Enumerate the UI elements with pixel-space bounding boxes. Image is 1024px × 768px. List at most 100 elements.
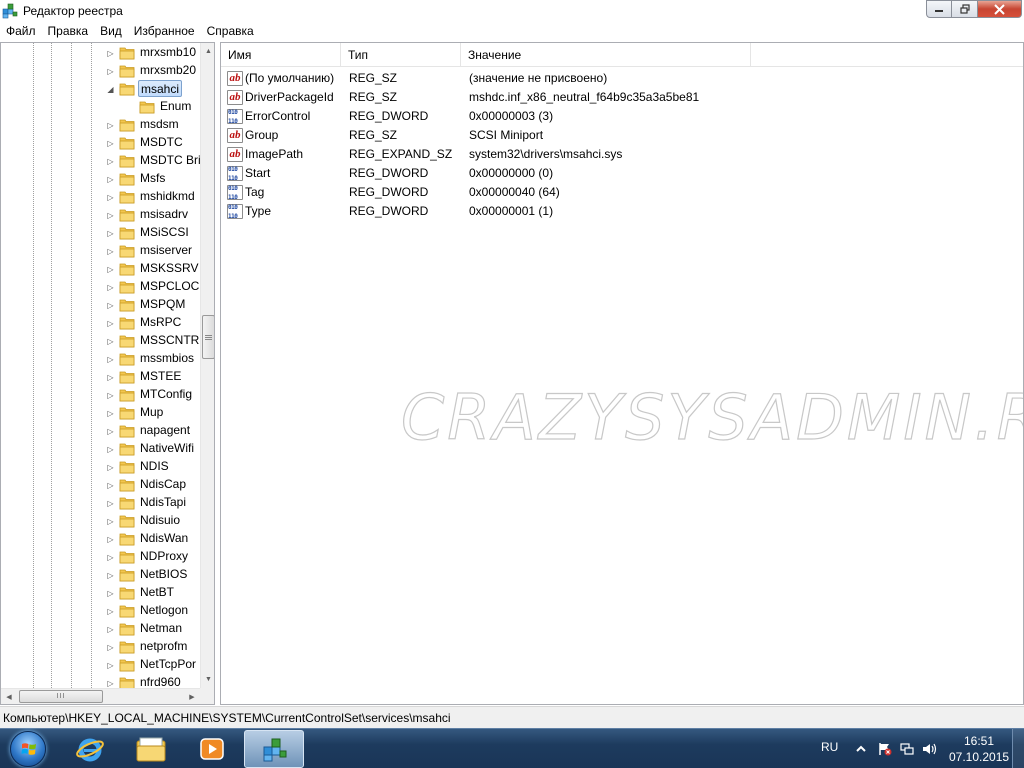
list-row[interactable]: 010 110 ErrorControl REG_DWORD 0x00000003 (… — [221, 107, 1023, 126]
column-header-value[interactable]: Значение — [461, 43, 751, 67]
tree-horizontal-scrollbar[interactable]: ◀ III ▶ — [1, 688, 200, 704]
expand-arrow-icon[interactable]: ▷ — [106, 116, 115, 134]
list-row[interactable]: ab (По умолчанию) REG_SZ (значение не присв… — [221, 69, 1023, 88]
show-hidden-icons-icon[interactable] — [854, 742, 868, 756]
tree-node[interactable]: ▷ MSiSCSI — [1, 224, 200, 242]
menu-help[interactable]: Справка — [201, 22, 260, 41]
tree-node[interactable]: ▷ napagent — [1, 422, 200, 440]
tree-node[interactable]: ▷ mssmbios — [1, 350, 200, 368]
list-row[interactable]: ab ImagePath REG_EXPAND_SZ system32\drivers… — [221, 145, 1023, 164]
tree-node[interactable]: ▷ NDProxy — [1, 548, 200, 566]
expand-arrow-icon[interactable]: ▷ — [106, 638, 115, 656]
tree-node[interactable]: ▷ MSTEE — [1, 368, 200, 386]
column-header-type[interactable]: Тип — [341, 43, 461, 67]
language-indicator[interactable]: RU — [821, 740, 838, 754]
scroll-left-arrow-icon[interactable]: ◀ — [1, 689, 17, 704]
tree-node[interactable]: ▷ MSPCLOCI — [1, 278, 200, 296]
minimize-button[interactable] — [926, 0, 952, 18]
taskbar-regedit[interactable] — [244, 730, 304, 768]
column-header-name[interactable]: Имя — [221, 43, 341, 67]
tree-node[interactable]: ▷ mrxsmb20 — [1, 62, 200, 80]
expand-arrow-icon[interactable]: ▷ — [106, 296, 115, 314]
tree-node[interactable]: ▷ nfrd960 — [1, 674, 200, 688]
tree-node[interactable]: ▷ Netman — [1, 620, 200, 638]
tree-node[interactable]: ▷ MSDTC — [1, 134, 200, 152]
scroll-up-arrow-icon[interactable]: ▲ — [201, 43, 214, 59]
expand-arrow-icon[interactable]: ▷ — [106, 350, 115, 368]
tree-node[interactable]: ▷ netprofm — [1, 638, 200, 656]
tree-node[interactable]: ▷ NdisCap — [1, 476, 200, 494]
expand-arrow-icon[interactable]: ▷ — [106, 134, 115, 152]
tree-node[interactable]: ▷ Netlogon — [1, 602, 200, 620]
menu-edit[interactable]: Правка — [42, 22, 95, 41]
tree-node[interactable]: ▷ NDIS — [1, 458, 200, 476]
expand-arrow-icon[interactable]: ▷ — [106, 512, 115, 530]
tree-node[interactable]: ▷ MSSCNTRS — [1, 332, 200, 350]
registry-tree[interactable]: ▷ mrxsmb10 ▷ mrxsmb20 ◢ msahci Enum ▷ msdsm ▷ MSDT… — [0, 42, 215, 705]
tree-node[interactable]: ▷ NdisTapi — [1, 494, 200, 512]
expand-arrow-icon[interactable]: ▷ — [106, 242, 115, 260]
tree-node[interactable]: ▷ msiserver — [1, 242, 200, 260]
expand-arrow-icon[interactable]: ▷ — [106, 188, 115, 206]
expand-arrow-icon[interactable]: ▷ — [106, 584, 115, 602]
expand-arrow-icon[interactable]: ▷ — [106, 620, 115, 638]
expand-arrow-icon[interactable]: ▷ — [106, 494, 115, 512]
scroll-down-arrow-icon[interactable]: ▼ — [201, 671, 214, 687]
expand-arrow-icon[interactable]: ▷ — [106, 656, 115, 674]
expand-arrow-icon[interactable]: ▷ — [106, 602, 115, 620]
menu-view[interactable]: Вид — [94, 22, 128, 41]
expand-arrow-icon[interactable]: ▷ — [106, 404, 115, 422]
volume-icon[interactable] — [922, 742, 937, 756]
menu-file[interactable]: Файл — [0, 22, 42, 41]
network-icon[interactable] — [900, 742, 914, 756]
tree-node[interactable]: ▷ msdsm — [1, 116, 200, 134]
tree-node[interactable]: ▷ MSDTC Bri — [1, 152, 200, 170]
tree-node[interactable]: ▷ NetBIOS — [1, 566, 200, 584]
expand-arrow-icon[interactable]: ▷ — [106, 674, 115, 688]
tree-vertical-scroll-thumb[interactable] — [202, 315, 214, 359]
action-center-flag-icon[interactable] — [878, 742, 892, 756]
expand-arrow-icon[interactable]: ▷ — [106, 458, 115, 476]
start-button[interactable] — [3, 730, 53, 768]
collapse-arrow-icon[interactable]: ◢ — [106, 80, 115, 98]
tree-node[interactable]: ▷ MsRPC — [1, 314, 200, 332]
tree-node[interactable]: ▷ mrxsmb10 — [1, 44, 200, 62]
list-row[interactable]: 010 110 Tag REG_DWORD 0x00000040 (64) — [221, 183, 1023, 202]
tree-node[interactable]: ◢ msahci — [1, 80, 200, 98]
expand-arrow-icon[interactable]: ▷ — [106, 260, 115, 278]
tree-node[interactable]: ▷ MSKSSRV — [1, 260, 200, 278]
list-row[interactable]: ab DriverPackageId REG_SZ mshdc.inf_x86_neu… — [221, 88, 1023, 107]
expand-arrow-icon[interactable]: ▷ — [106, 440, 115, 458]
list-row[interactable]: ab Group REG_SZ SCSI Miniport — [221, 126, 1023, 145]
expand-arrow-icon[interactable]: ▷ — [106, 548, 115, 566]
values-list[interactable]: Имя Тип Значение ab (По умолчанию) REG_SZ(… — [220, 42, 1024, 705]
tree-node[interactable]: ▷ NativeWifi — [1, 440, 200, 458]
tree-node[interactable]: ▷ Ndisuio — [1, 512, 200, 530]
taskbar-explorer[interactable] — [121, 730, 181, 768]
tree-node[interactable]: ▷ MSPQM — [1, 296, 200, 314]
expand-arrow-icon[interactable]: ▷ — [106, 530, 115, 548]
taskbar-media-player[interactable] — [182, 730, 242, 768]
expand-arrow-icon[interactable]: ▷ — [106, 278, 115, 296]
tree-node[interactable]: ▷ NetTcpPor — [1, 656, 200, 674]
list-row[interactable]: 010 110 Start REG_DWORD 0x00000000 (0) — [221, 164, 1023, 183]
tree-node[interactable]: ▷ NdisWan — [1, 530, 200, 548]
expand-arrow-icon[interactable]: ▷ — [106, 332, 115, 350]
expand-arrow-icon[interactable]: ▷ — [106, 422, 115, 440]
expand-arrow-icon[interactable]: ▷ — [106, 314, 115, 332]
expand-arrow-icon[interactable]: ▷ — [106, 224, 115, 242]
scroll-right-arrow-icon[interactable]: ▶ — [184, 689, 200, 704]
tree-node[interactable]: ▷ mshidkmd — [1, 188, 200, 206]
clock[interactable]: 16:51 07.10.2015 — [949, 733, 1009, 765]
taskbar-ie[interactable] — [60, 730, 120, 768]
tree-node[interactable]: ▷ msisadrv — [1, 206, 200, 224]
expand-arrow-icon[interactable]: ▷ — [106, 62, 115, 80]
show-desktop-button[interactable] — [1012, 729, 1024, 768]
maximize-button[interactable] — [952, 0, 978, 18]
expand-arrow-icon[interactable]: ▷ — [106, 170, 115, 188]
expand-arrow-icon[interactable]: ▷ — [106, 386, 115, 404]
title-bar[interactable]: Редактор реестра — [0, 0, 1024, 22]
expand-arrow-icon[interactable]: ▷ — [106, 566, 115, 584]
list-row[interactable]: 010 110 Type REG_DWORD 0x00000001 (1) — [221, 202, 1023, 221]
expand-arrow-icon[interactable]: ▷ — [106, 476, 115, 494]
